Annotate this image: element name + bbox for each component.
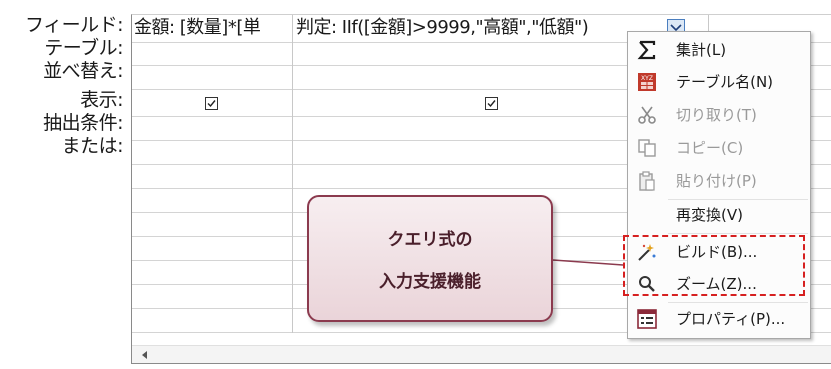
callout-text-line2: 入力支援機能 [379, 272, 481, 292]
callout-box: クエリ式の 入力支援機能 [307, 195, 553, 322]
callout-text-line1: クエリ式の [387, 230, 473, 250]
